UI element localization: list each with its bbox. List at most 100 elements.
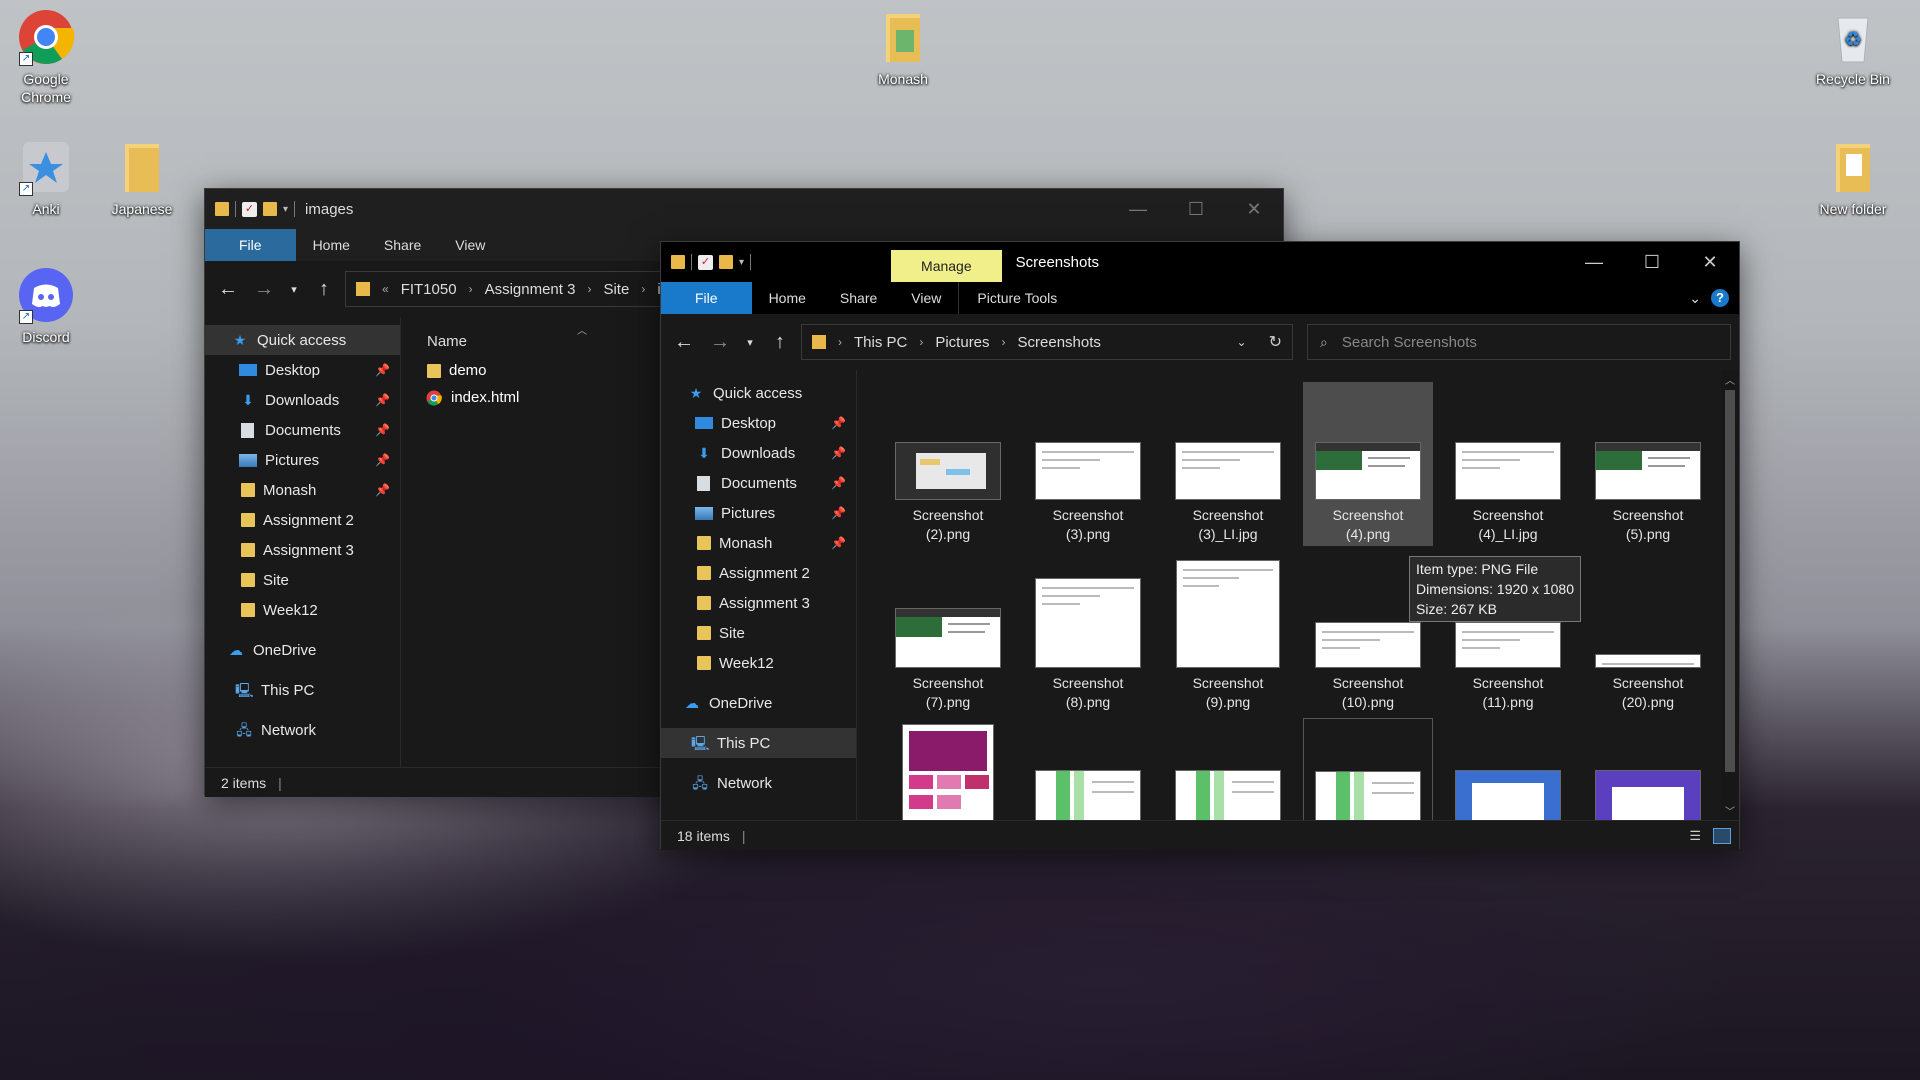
nav-item-monash[interactable]: Monash 📌: [205, 475, 400, 505]
expand-ribbon-icon[interactable]: ⌄: [1689, 290, 1701, 307]
chevron-right-icon[interactable]: ›: [469, 282, 473, 296]
pin-icon[interactable]: 📌: [831, 416, 846, 430]
breadcrumb-item[interactable]: This PC: [854, 334, 907, 351]
file-tile[interactable]: [1443, 718, 1573, 820]
desktop-icon-anki[interactable]: ↗ Anki: [1, 138, 91, 218]
nav-item-desktop[interactable]: Desktop 📌: [205, 355, 400, 385]
pin-icon[interactable]: 📌: [831, 446, 846, 460]
nav-item-assignment-3[interactable]: Assignment 3: [661, 588, 856, 618]
file-tile[interactable]: Screenshot (20).png: [1583, 550, 1713, 714]
file-tile[interactable]: Screenshot (4)_LI.jpg: [1443, 382, 1573, 546]
chevron-right-icon[interactable]: ›: [919, 335, 923, 349]
minimize-icon[interactable]: —: [1565, 242, 1623, 282]
pin-icon[interactable]: 📌: [375, 453, 390, 467]
nav-item-desktop[interactable]: Desktop 📌: [661, 408, 856, 438]
tab-manage[interactable]: Manage: [891, 250, 1002, 282]
pin-icon[interactable]: 📌: [375, 483, 390, 497]
breadcrumb-item[interactable]: Assignment 3: [485, 281, 576, 298]
nav-item-network[interactable]: 🖧 Network: [205, 715, 400, 745]
overflow-icon[interactable]: «: [382, 282, 389, 296]
customize-toolbar-icon[interactable]: ▾: [739, 257, 744, 268]
file-tile[interactable]: Screenshot (3)_LI.jpg: [1163, 382, 1293, 546]
scroll-up-icon[interactable]: ︿: [1721, 372, 1739, 387]
nav-item-onedrive[interactable]: ☁ OneDrive: [661, 688, 856, 718]
nav-item-network[interactable]: 🖧 Network: [661, 768, 856, 798]
desktop-icon-japanese[interactable]: Japanese: [97, 138, 187, 218]
chevron-right-icon[interactable]: ›: [838, 335, 842, 349]
back-icon[interactable]: ←: [669, 331, 699, 354]
breadcrumb-item[interactable]: Pictures: [935, 334, 989, 351]
file-tile[interactable]: Screenshot (4).png: [1303, 382, 1433, 546]
address-dropdown-icon[interactable]: ⌄: [1237, 335, 1247, 349]
new-folder-icon[interactable]: [719, 255, 733, 269]
title-bar[interactable]: ✓ ▾ images — ☐ ✕: [205, 189, 1283, 229]
forward-icon[interactable]: →: [249, 278, 279, 301]
nav-item-documents[interactable]: Documents 📌: [661, 468, 856, 498]
help-icon[interactable]: ?: [1711, 289, 1729, 307]
nav-item-assignment-3[interactable]: Assignment 3: [205, 535, 400, 565]
nav-item-this-pc[interactable]: 🖳 This PC: [205, 675, 400, 705]
tab-view[interactable]: View: [438, 229, 502, 261]
breadcrumb-item[interactable]: FIT1050: [401, 281, 457, 298]
up-icon[interactable]: ↑: [309, 278, 339, 301]
nav-item-downloads[interactable]: ⬇ Downloads 📌: [661, 438, 856, 468]
details-view-icon[interactable]: ☰: [1689, 828, 1701, 844]
nav-item-week12[interactable]: Week12: [661, 648, 856, 678]
pin-icon[interactable]: 📌: [375, 393, 390, 407]
tab-home[interactable]: Home: [752, 282, 823, 314]
nav-item-assignment-2[interactable]: Assignment 2: [205, 505, 400, 535]
minimize-icon[interactable]: —: [1109, 189, 1167, 229]
file-tile[interactable]: Screenshot (2).png: [883, 382, 1013, 546]
tab-picture-tools[interactable]: Picture Tools: [958, 282, 1075, 314]
desktop-icon-new-folder[interactable]: New folder: [1808, 138, 1898, 218]
chevron-right-icon[interactable]: ›: [641, 282, 645, 296]
customize-toolbar-icon[interactable]: ▾: [283, 204, 288, 215]
nav-item-week12[interactable]: Week12: [205, 595, 400, 625]
maximize-icon[interactable]: ☐: [1623, 242, 1681, 282]
close-icon[interactable]: ✕: [1681, 242, 1739, 282]
breadcrumb-item[interactable]: Site: [603, 281, 629, 298]
file-tile[interactable]: Screenshot (3).png: [1023, 382, 1153, 546]
scroll-down-icon[interactable]: ﹀: [1721, 803, 1739, 818]
file-tile[interactable]: Screenshot (5).png: [1583, 382, 1713, 546]
desktop-icon-monash[interactable]: Monash: [858, 8, 948, 88]
properties-icon[interactable]: ✓: [698, 254, 713, 270]
maximize-icon[interactable]: ☐: [1167, 189, 1225, 229]
search-box[interactable]: ⌕ Search Screenshots: [1307, 324, 1731, 360]
file-tile[interactable]: Screenshot (8).png: [1023, 550, 1153, 714]
pin-icon[interactable]: 📌: [375, 423, 390, 437]
back-icon[interactable]: ←: [213, 278, 243, 301]
pin-icon[interactable]: 📌: [831, 476, 846, 490]
chevron-right-icon[interactable]: ›: [587, 282, 591, 296]
file-tile[interactable]: [1303, 718, 1433, 820]
tab-file[interactable]: File: [661, 282, 752, 314]
vertical-scrollbar[interactable]: ︿ ﹀: [1721, 370, 1739, 820]
recent-locations-icon[interactable]: ▾: [285, 283, 303, 296]
nav-item-quick-access[interactable]: ★ Quick access: [205, 325, 400, 355]
file-tile[interactable]: [1163, 718, 1293, 820]
nav-item-site[interactable]: Site: [205, 565, 400, 595]
close-icon[interactable]: ✕: [1225, 189, 1283, 229]
nav-item-assignment-2[interactable]: Assignment 2: [661, 558, 856, 588]
breadcrumb-item[interactable]: Screenshots: [1018, 334, 1101, 351]
file-tile[interactable]: [1583, 718, 1713, 820]
file-tile[interactable]: Screenshot (9).png: [1163, 550, 1293, 714]
pin-icon[interactable]: 📌: [375, 363, 390, 377]
pin-icon[interactable]: 📌: [831, 536, 846, 550]
tab-file[interactable]: File: [205, 229, 296, 261]
title-bar[interactable]: ✓ ▾ Manage Screenshots — ☐ ✕: [661, 242, 1739, 282]
nav-item-pictures[interactable]: Pictures 📌: [205, 445, 400, 475]
desktop-icon-chrome[interactable]: ↗ Google Chrome: [1, 8, 91, 106]
tab-share[interactable]: Share: [823, 282, 894, 314]
tab-view[interactable]: View: [894, 282, 958, 314]
nav-item-monash[interactable]: Monash 📌: [661, 528, 856, 558]
new-folder-icon[interactable]: [263, 202, 277, 216]
scrollbar-thumb[interactable]: [1725, 390, 1735, 772]
nav-item-downloads[interactable]: ⬇ Downloads 📌: [205, 385, 400, 415]
tab-share[interactable]: Share: [367, 229, 438, 261]
nav-item-site[interactable]: Site: [661, 618, 856, 648]
explorer-window-screenshots[interactable]: ✓ ▾ Manage Screenshots — ☐ ✕ File Home S…: [660, 241, 1740, 850]
address-bar[interactable]: › This PC › Pictures › Screenshots ⌄ ↻: [801, 324, 1293, 360]
nav-item-quick-access[interactable]: ★ Quick access: [661, 378, 856, 408]
up-icon[interactable]: ↑: [765, 331, 795, 354]
